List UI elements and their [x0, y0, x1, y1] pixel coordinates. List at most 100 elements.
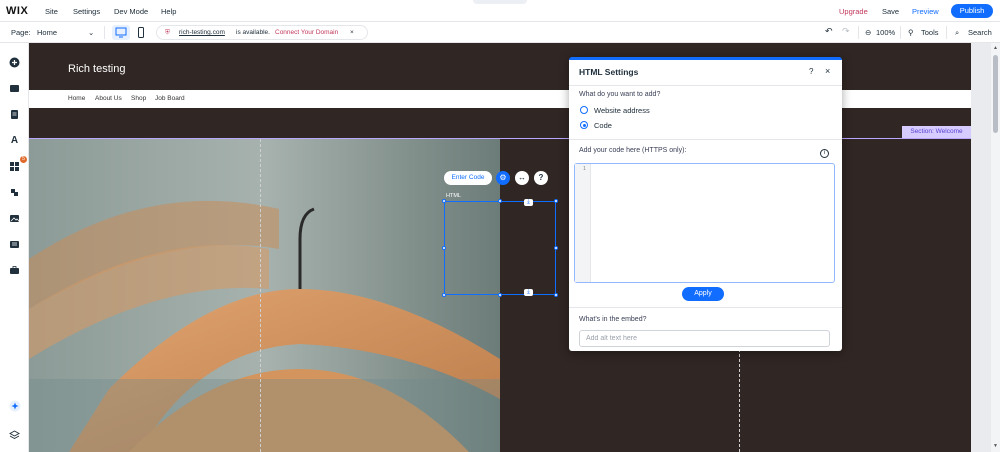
resize-handle[interactable] — [442, 293, 446, 297]
alt-text-input[interactable] — [580, 331, 829, 346]
hanger-image[interactable] — [29, 139, 500, 452]
site-title[interactable]: Rich testing — [68, 63, 125, 75]
resize-handle[interactable] — [554, 293, 558, 297]
info-icon[interactable]: i — [820, 149, 829, 158]
wix-logo[interactable]: WIX — [6, 5, 28, 17]
ai-assistant-icon[interactable] — [9, 400, 21, 412]
editor-canvas[interactable]: Rich testing Home About Us Shop Job Boar… — [29, 43, 991, 452]
editor-toolbar: Page: Home ⌄ ⛨ rich-testing.com is avail… — [0, 22, 1000, 43]
close-icon[interactable]: × — [350, 29, 354, 36]
business-icon[interactable] — [9, 187, 20, 198]
media-icon[interactable] — [9, 213, 20, 224]
line-number: 1 — [583, 166, 587, 172]
tools-icon[interactable]: ⚲ — [908, 28, 914, 37]
zoom-level[interactable]: 100% — [876, 28, 895, 37]
enter-code-button[interactable]: Enter Code — [444, 171, 492, 185]
help-icon[interactable]: ? — [809, 67, 813, 76]
resize-handle[interactable] — [442, 246, 446, 250]
sections-icon[interactable] — [9, 83, 20, 94]
hanger-photo-graphic — [29, 139, 500, 452]
resize-handle[interactable] — [498, 199, 502, 203]
divider — [946, 26, 947, 39]
top-menu-bar: WIX Site Settings Dev Mode Help Upgrade … — [0, 0, 1000, 22]
apps-badge: 5 — [20, 156, 27, 163]
divider — [569, 139, 842, 140]
design-icon[interactable]: A — [9, 135, 20, 146]
apply-button[interactable]: Apply — [682, 287, 724, 301]
radio-code-label[interactable]: Code — [594, 121, 612, 130]
section-tag[interactable]: Section: Welcome — [902, 126, 971, 138]
pages-icon[interactable] — [9, 109, 20, 120]
source-question: What do you want to add? — [579, 91, 661, 98]
mobile-view-button[interactable] — [132, 25, 150, 40]
nav-shop[interactable]: Shop — [131, 95, 146, 102]
stretch-icon[interactable]: ↔ — [515, 171, 529, 185]
domain-bar[interactable]: ⛨ rich-testing.com is available. Connect… — [156, 25, 368, 40]
zoom-icon[interactable]: ⊖ — [865, 28, 871, 37]
menu-site[interactable]: Site — [45, 7, 58, 16]
layers-icon[interactable] — [9, 430, 20, 441]
tools-button[interactable]: Tools — [921, 28, 939, 37]
resize-handle[interactable] — [554, 199, 558, 203]
publish-button[interactable]: Publish — [951, 4, 993, 18]
canvas-scrollbar[interactable]: ▲ ▼ — [991, 43, 1000, 452]
code-editor[interactable]: 1 — [574, 163, 835, 283]
drag-grip[interactable] — [473, 0, 527, 4]
domain-availability: is available. — [236, 29, 270, 36]
redo-icon[interactable]: ↷ — [842, 26, 850, 37]
nav-home[interactable]: Home — [68, 95, 85, 102]
alt-text-field-wrapper — [579, 330, 830, 347]
scroll-down-icon[interactable]: ▼ — [993, 443, 998, 449]
connect-domain-link[interactable]: Connect Your Domain — [275, 29, 338, 36]
close-icon[interactable]: × — [825, 66, 830, 76]
desktop-view-button[interactable] — [112, 25, 130, 40]
resize-handle[interactable] — [554, 246, 558, 250]
anchor-icon[interactable]: ⤓ — [524, 199, 533, 206]
page-selector[interactable]: Home — [37, 28, 57, 37]
menu-help[interactable]: Help — [161, 7, 176, 16]
resize-handle[interactable] — [442, 199, 446, 203]
settings-gear-icon[interactable]: ⚙ — [496, 171, 510, 185]
divider — [569, 85, 842, 86]
search-button[interactable]: Search — [968, 28, 992, 37]
radio-website-address[interactable] — [580, 106, 588, 114]
chevron-down-icon[interactable]: ⌄ — [88, 28, 94, 37]
divider — [858, 26, 859, 39]
html-embed-selection[interactable] — [444, 201, 556, 295]
add-icon[interactable] — [9, 57, 20, 68]
html-element-label: HTML — [446, 193, 461, 199]
cms-icon[interactable] — [9, 239, 20, 250]
search-icon[interactable]: ⌕ — [955, 28, 959, 38]
upgrade-link[interactable]: Upgrade — [839, 7, 868, 16]
save-button[interactable]: Save — [882, 7, 899, 16]
domain-warning-icon: ⛨ — [165, 29, 170, 36]
embed-label: What's in the embed? — [579, 316, 647, 323]
divider — [569, 307, 842, 308]
nav-job-board[interactable]: Job Board — [155, 95, 185, 102]
html-settings-panel: HTML Settings ? × What do you want to ad… — [569, 57, 842, 351]
resize-handle[interactable] — [498, 293, 502, 297]
menu-settings[interactable]: Settings — [73, 7, 100, 16]
scrollbar-thumb[interactable] — [993, 55, 998, 133]
menu-dev-mode[interactable]: Dev Mode — [114, 7, 148, 16]
scroll-up-icon[interactable]: ▲ — [993, 45, 998, 51]
page-label: Page: — [11, 28, 31, 37]
radio-code[interactable] — [580, 121, 588, 129]
radio-website-label[interactable]: Website address — [594, 106, 650, 115]
guide-line — [260, 139, 261, 452]
divider — [104, 26, 105, 39]
portfolio-icon[interactable] — [9, 265, 20, 276]
preview-button[interactable]: Preview — [912, 7, 939, 16]
mobile-icon — [138, 27, 144, 38]
divider — [900, 26, 901, 39]
desktop-icon — [115, 27, 127, 38]
nav-about-us[interactable]: About Us — [95, 95, 122, 102]
help-icon[interactable]: ? — [534, 171, 548, 185]
panel-title: HTML Settings — [579, 67, 639, 77]
undo-icon[interactable]: ↶ — [825, 26, 833, 37]
anchor-icon[interactable]: ⤓ — [524, 289, 533, 296]
apps-icon[interactable] — [9, 161, 20, 172]
left-sidebar: A 5 — [0, 43, 29, 452]
line-gutter: 1 — [575, 164, 591, 282]
domain-name[interactable]: rich-testing.com — [179, 29, 225, 36]
